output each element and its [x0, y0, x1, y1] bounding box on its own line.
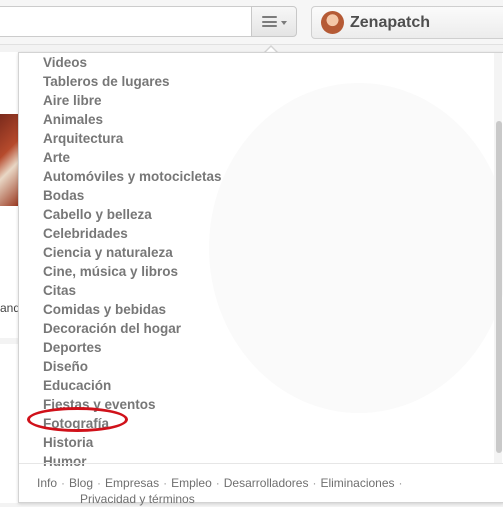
category-item-automoviles[interactable]: Automóviles y motocicletas — [43, 167, 222, 186]
chevron-down-icon — [280, 20, 287, 25]
top-header-bar: Zenapatch — [0, 0, 503, 45]
search-input[interactable] — [0, 6, 252, 37]
category-item-animales[interactable]: Animales — [43, 110, 222, 129]
category-item-celebridades[interactable]: Celebridades — [43, 224, 222, 243]
category-item-educacion[interactable]: Educación — [43, 376, 222, 395]
footer-link-empresas[interactable]: Empresas — [105, 476, 159, 490]
footer-link-info[interactable]: Info — [37, 476, 57, 490]
category-item-ciencia-y-naturaleza[interactable]: Ciencia y naturaleza — [43, 243, 222, 262]
avatar — [321, 11, 344, 34]
pin-image[interactable] — [0, 114, 18, 206]
category-item-historia[interactable]: Historia — [43, 433, 222, 452]
category-item-arquitectura[interactable]: Arquitectura — [43, 129, 222, 148]
category-item-videos[interactable]: Videos — [43, 53, 222, 72]
categories-menu-button[interactable] — [251, 6, 297, 37]
category-item-comidas-y-bebidas[interactable]: Comidas y bebidas — [43, 300, 222, 319]
category-item-humor[interactable]: Humor — [43, 452, 222, 471]
footer-divider — [19, 463, 503, 464]
category-item-bodas[interactable]: Bodas — [43, 186, 222, 205]
highlight-annotation-ring — [27, 407, 128, 432]
footer-link-privacidad[interactable]: Privacidad y términos — [80, 492, 195, 506]
category-item-deportes[interactable]: Deportes — [43, 338, 222, 357]
footer-link-desarrolladores[interactable]: Desarrolladores — [224, 476, 309, 490]
footer-link-empleo[interactable]: Empleo — [171, 476, 212, 490]
category-item-cine-musica-y-libros[interactable]: Cine, música y libros — [43, 262, 222, 281]
dropdown-watermark — [209, 83, 503, 413]
profile-button[interactable]: Zenapatch — [311, 6, 503, 39]
category-item-decoracion-del-hogar[interactable]: Decoración del hogar — [43, 319, 222, 338]
scrollbar-thumb[interactable] — [496, 121, 502, 453]
background-pin-card[interactable] — [0, 344, 19, 503]
category-item-aire-libre[interactable]: Aire libre — [43, 91, 222, 110]
hamburger-icon — [261, 16, 277, 27]
category-item-diseno[interactable]: Diseño — [43, 357, 222, 376]
background-pin-card[interactable]: and aLo — [0, 52, 20, 368]
category-item-arte[interactable]: Arte — [43, 148, 222, 167]
profile-name: Zenapatch — [350, 13, 431, 31]
category-item-cabello-y-belleza[interactable]: Cabello y belleza — [43, 205, 222, 224]
footer-link-eliminaciones[interactable]: Eliminaciones — [320, 476, 394, 490]
categories-dropdown: Videos Tableros de lugares Aire libre An… — [18, 52, 503, 506]
footer-link-blog[interactable]: Blog — [69, 476, 93, 490]
category-item-citas[interactable]: Citas — [43, 281, 222, 300]
dropdown-footer: Info · Blog · Empresas · Empleo · Desarrolladore… — [37, 476, 403, 506]
category-item-tableros-de-lugares[interactable]: Tableros de lugares — [43, 72, 222, 91]
